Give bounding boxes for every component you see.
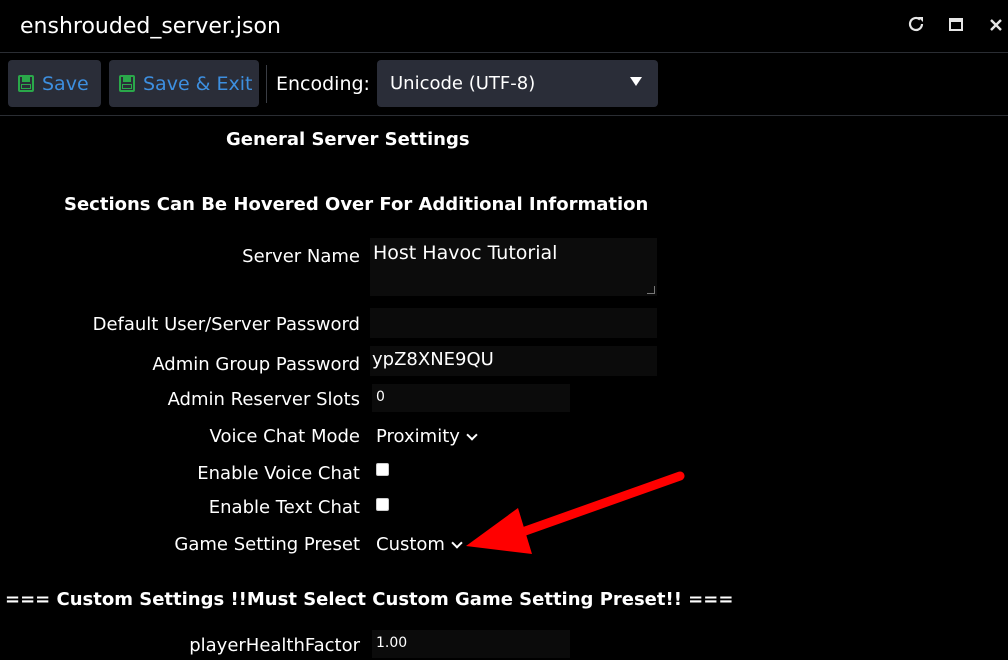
voice-chat-mode-select[interactable]: Proximity: [376, 426, 478, 447]
maximize-icon[interactable]: [948, 14, 964, 38]
server-name-label: Server Name: [242, 246, 360, 267]
player-health-label: playerHealthFactor: [189, 635, 360, 656]
save-button[interactable]: Save: [8, 60, 101, 107]
server-name-value: Host Havoc Tutorial: [373, 242, 558, 264]
general-settings-heading: General Server Settings: [226, 129, 470, 150]
server-name-input[interactable]: Host Havoc Tutorial: [370, 238, 657, 296]
annotation-arrow: [466, 471, 685, 554]
player-health-input[interactable]: 1.00: [372, 630, 570, 658]
game-preset-select[interactable]: Custom: [376, 534, 463, 555]
voice-chat-mode-label: Voice Chat Mode: [209, 426, 360, 447]
refresh-icon[interactable]: [906, 14, 926, 39]
encoding-value: Unicode (UTF-8): [390, 73, 536, 94]
floppy-icon: [18, 75, 34, 92]
enable-text-chat-checkbox[interactable]: [376, 498, 389, 511]
caret-down-icon: [630, 77, 642, 86]
default-password-label: Default User/Server Password: [92, 314, 360, 335]
game-preset-value: Custom: [376, 534, 445, 555]
chevron-down-icon: [466, 428, 478, 441]
enable-voice-chat-checkbox[interactable]: [376, 463, 389, 476]
enable-voice-chat-label: Enable Voice Chat: [197, 463, 360, 484]
encoding-label: Encoding:: [276, 73, 370, 95]
admin-password-label: Admin Group Password: [152, 354, 360, 375]
floppy-icon: [119, 75, 135, 92]
enable-text-chat-label: Enable Text Chat: [208, 497, 360, 518]
save-exit-button-label: Save & Exit: [143, 72, 253, 95]
hover-info-heading: Sections Can Be Hovered Over For Additio…: [64, 194, 649, 215]
encoding-select[interactable]: Unicode (UTF-8): [377, 60, 658, 107]
save-exit-button[interactable]: Save & Exit: [109, 60, 259, 107]
save-button-label: Save: [42, 72, 89, 95]
resize-grip-icon[interactable]: [647, 286, 655, 294]
admin-password-input[interactable]: ypZ8XNE9QU: [370, 346, 657, 376]
close-icon[interactable]: [988, 14, 1004, 38]
voice-chat-mode-value: Proximity: [376, 426, 460, 447]
toolbar: Save Save & Exit Encoding: Unicode (UTF-…: [0, 53, 1008, 116]
custom-settings-heading: === Custom Settings !!Must Select Custom…: [5, 589, 734, 610]
window-title: enshrouded_server.json: [20, 14, 281, 39]
game-preset-label: Game Setting Preset: [174, 534, 360, 555]
admin-slots-input[interactable]: 0: [372, 384, 570, 412]
toolbar-divider: [266, 65, 267, 103]
default-password-input[interactable]: [370, 308, 657, 338]
admin-slots-label: Admin Reserver Slots: [167, 389, 360, 410]
title-bar: enshrouded_server.json: [0, 0, 1008, 53]
